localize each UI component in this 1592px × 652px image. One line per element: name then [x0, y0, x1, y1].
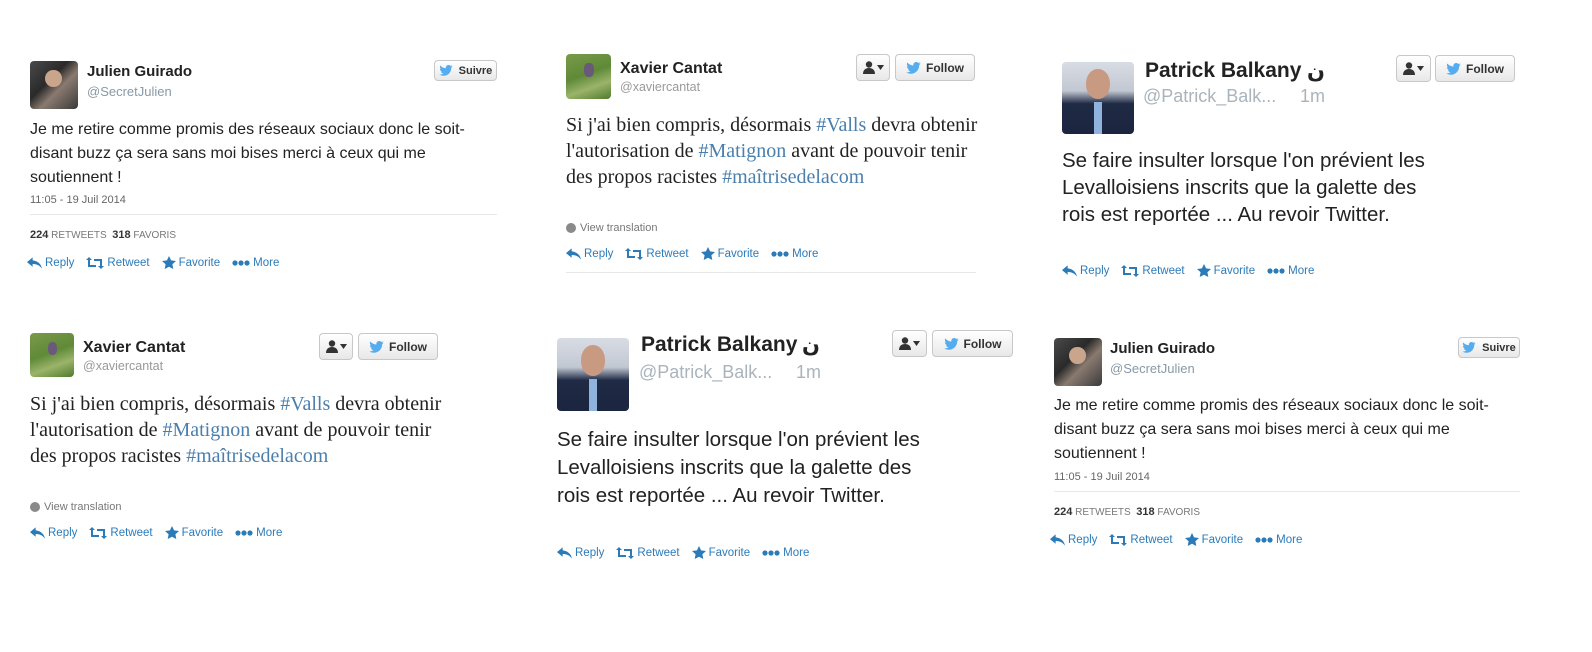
suivre-label: Suivre — [1482, 341, 1516, 354]
retweet-count[interactable]: 224 — [1054, 506, 1072, 518]
tweet-julien-bottom: Julien Guirado @SecretJulien Suivre Je m… — [0, 0, 1592, 652]
suivre-button[interactable]: Suivre — [1458, 337, 1520, 358]
reply-icon — [1050, 533, 1065, 546]
favoris-count[interactable]: 318 — [1136, 506, 1154, 518]
avatar[interactable] — [1054, 338, 1102, 386]
tweet-text: Je me retire comme promis des réseaux so… — [1054, 397, 1489, 462]
reply-label: Reply — [1068, 533, 1098, 546]
more-action[interactable]: More — [1255, 534, 1302, 546]
reply-action[interactable]: Reply — [1050, 534, 1097, 546]
retweet-icon — [1109, 533, 1128, 546]
retweet-label: Retweet — [1130, 533, 1173, 546]
more-label: More — [1276, 533, 1303, 546]
tweet-stats: 224 RETWEETS 318 FAVORIS — [1054, 506, 1200, 518]
star-icon — [1184, 533, 1199, 546]
tweet-date[interactable]: 11:05 - 19 Juil 2014 — [1054, 471, 1150, 483]
retweet-action[interactable]: Retweet — [1109, 533, 1173, 546]
twitter-bird-icon — [1462, 341, 1477, 354]
favoris-label: FAVORIS — [1157, 507, 1201, 518]
tweet-actions: Reply Retweet Favorite More — [1050, 533, 1302, 546]
divider — [1054, 491, 1520, 492]
favorite-label: Favorite — [1201, 533, 1244, 546]
user-name[interactable]: Julien Guirado — [1110, 340, 1215, 357]
retweets-label: RETWEETS — [1075, 507, 1131, 518]
favorite-action[interactable]: Favorite — [1184, 533, 1244, 546]
user-handle[interactable]: @SecretJulien — [1110, 361, 1195, 376]
more-dots-icon — [1255, 536, 1273, 543]
